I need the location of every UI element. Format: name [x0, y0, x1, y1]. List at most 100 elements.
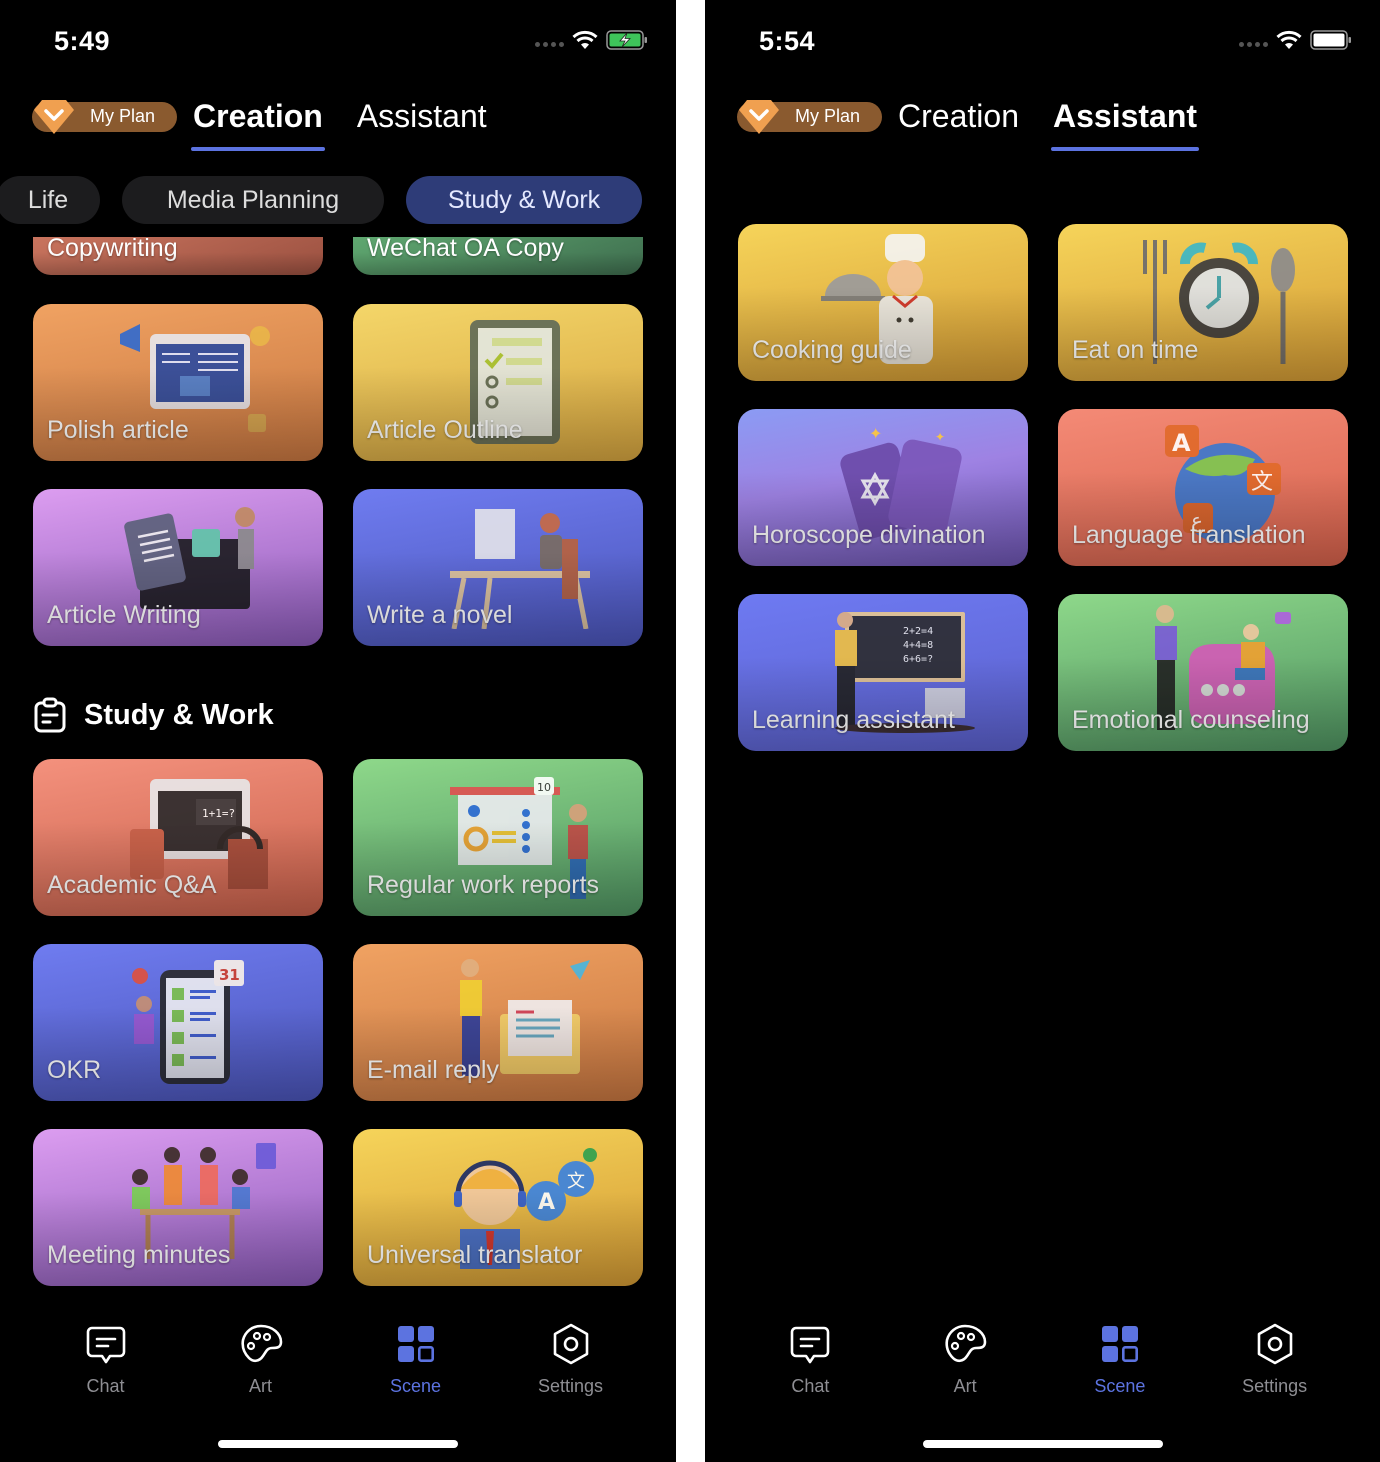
card-label: Article Outline [367, 416, 523, 444]
top-header: My Plan Creation Assistant [32, 98, 489, 151]
palette-icon [240, 1324, 282, 1363]
tab-creation[interactable]: Creation [191, 98, 325, 151]
svg-text:31: 31 [219, 966, 240, 984]
bottom-tab-bar: Chat Art Scene Settings [0, 1322, 676, 1397]
card-label: Article Writing [47, 601, 201, 629]
svg-text:1+1=?: 1+1=? [202, 807, 235, 820]
svg-text:10: 10 [537, 781, 551, 794]
chip-study-work[interactable]: Study & Work [406, 176, 642, 224]
tabbar-label: Chat [86, 1376, 125, 1396]
card-meeting-minutes[interactable]: Meeting minutes [33, 1129, 323, 1286]
status-time: 5:54 [759, 26, 816, 56]
study-work-grid: 1+1=? Academic Q&A 10 Regular work repor… [33, 759, 643, 1286]
card-label: Write a novel [367, 601, 513, 629]
tabbar-scene[interactable]: Scene [1060, 1322, 1180, 1397]
tabbar-settings[interactable]: Settings [511, 1322, 631, 1397]
chat-icon [791, 1326, 830, 1364]
assistant-grid: Cooking guide Eat on time ✦ ✦ Horoscope d… [738, 224, 1348, 751]
wifi-icon [1276, 30, 1302, 50]
card-write-a-novel[interactable]: Write a novel [353, 489, 643, 646]
bottom-tab-bar: Chat Art Scene Settings [705, 1322, 1380, 1397]
chat-icon [86, 1326, 125, 1364]
card-language-translation[interactable]: A文ع Language translation [1058, 409, 1348, 566]
tabbar-settings[interactable]: Settings [1215, 1322, 1335, 1397]
tabbar-label: Settings [1242, 1376, 1308, 1396]
home-indicator[interactable] [218, 1440, 458, 1448]
svg-text:A: A [1172, 429, 1191, 457]
battery-full-icon [1310, 30, 1352, 50]
tabbar-label: Art [953, 1376, 977, 1396]
card-cooking-guide[interactable]: Cooking guide [738, 224, 1028, 381]
card-emotional-counseling[interactable]: Emotional counseling [1058, 594, 1348, 751]
settings-icon [553, 1323, 588, 1365]
tabbar-scene[interactable]: Scene [356, 1322, 476, 1397]
card-okr[interactable]: 31 OKR [33, 944, 323, 1101]
card-label: Academic Q&A [47, 871, 217, 899]
settings-icon [1257, 1323, 1292, 1365]
svg-text:文: 文 [567, 1171, 585, 1192]
tabbar-label: Chat [791, 1376, 830, 1396]
my-plan-label: My Plan [90, 106, 156, 126]
tab-assistant[interactable]: Assistant [355, 98, 489, 135]
phone-screen-assistant: 5:54 My Plan Creation Assistant Cooking … [705, 0, 1380, 1462]
svg-text:6+6=?: 6+6=? [903, 654, 933, 665]
tab-creation[interactable]: Creation [896, 98, 1021, 135]
my-plan-button[interactable]: My Plan [737, 99, 883, 134]
svg-text:4+4=8: 4+4=8 [903, 640, 933, 651]
card-label: OKR [47, 1056, 102, 1084]
battery-charging-icon [606, 30, 648, 50]
card-label: WeChat OA Copy [367, 237, 564, 262]
svg-text:A: A [538, 1190, 555, 1215]
card-label: Regular work reports [367, 871, 600, 899]
grid-icon [397, 1326, 434, 1362]
card-regular-work-reports[interactable]: 10 Regular work reports [353, 759, 643, 916]
card-horoscope-divination[interactable]: ✦ ✦ Horoscope divination [738, 409, 1028, 566]
media-planning-grid-cut: Copywriting WeChat OA Copy [33, 237, 643, 275]
tabbar-art[interactable]: Art [905, 1322, 1025, 1397]
status-icons [1239, 30, 1352, 50]
tabbar-art[interactable]: Art [201, 1322, 321, 1397]
card-article-outline[interactable]: Article Outline [353, 304, 643, 461]
tabbar-chat[interactable]: Chat [46, 1322, 166, 1397]
card-email-reply[interactable]: E-mail reply [353, 944, 643, 1101]
card-eat-on-time[interactable]: Eat on time [1058, 224, 1348, 381]
section-title: Study & Work [84, 698, 274, 731]
card-label: Emotional counseling [1072, 706, 1310, 734]
signal-icon [535, 41, 564, 47]
card-label: Copywriting [47, 237, 178, 262]
card-label: E-mail reply [367, 1056, 499, 1084]
card-label: Universal translator [367, 1241, 583, 1269]
card-polish-article[interactable]: Polish article [33, 304, 323, 461]
home-indicator[interactable] [922, 1440, 1163, 1448]
diamond-icon [34, 99, 74, 134]
card-wechat-oa-copy[interactable]: WeChat OA Copy [353, 237, 643, 275]
card-label: Cooking guide [752, 336, 912, 364]
status-time: 5:49 [54, 26, 111, 56]
card-label: Meeting minutes [47, 1241, 231, 1269]
tab-assistant[interactable]: Assistant [1050, 98, 1200, 151]
svg-text:✦: ✦ [869, 424, 882, 443]
category-chips: Life Media Planning Study & Work [0, 176, 642, 224]
phone-screen-creation: 5:49 My Plan Creation Assistant Life Med… [0, 0, 676, 1462]
chip-life[interactable]: Life [0, 176, 100, 224]
my-plan-label: My Plan [795, 106, 861, 126]
svg-text:✦: ✦ [935, 430, 945, 444]
card-academic-qa[interactable]: 1+1=? Academic Q&A [33, 759, 323, 916]
my-plan-button[interactable]: My Plan [32, 99, 178, 134]
tabbar-chat[interactable]: Chat [750, 1322, 870, 1397]
chip-media-planning[interactable]: Media Planning [122, 176, 384, 224]
svg-text:2+2=4: 2+2=4 [903, 626, 933, 637]
signal-icon [1239, 41, 1268, 47]
card-universal-translator[interactable]: A文 Universal translator [353, 1129, 643, 1286]
tabbar-label: Settings [537, 1376, 604, 1396]
top-header: My Plan Creation Assistant [737, 98, 1200, 151]
card-learning-assistant[interactable]: 2+2=4 4+4=8 6+6=? Learning assistant [738, 594, 1028, 751]
card-article-writing[interactable]: Article Writing [33, 489, 323, 646]
diamond-icon [739, 99, 779, 134]
tabbar-label: Art [248, 1376, 272, 1396]
media-planning-grid: Polish article Article Outline Article W… [33, 304, 643, 646]
tabbar-label: Scene [389, 1376, 442, 1396]
grid-icon [1101, 1326, 1138, 1362]
card-copywriting[interactable]: Copywriting [33, 237, 323, 275]
svg-text:文: 文 [1251, 470, 1273, 495]
